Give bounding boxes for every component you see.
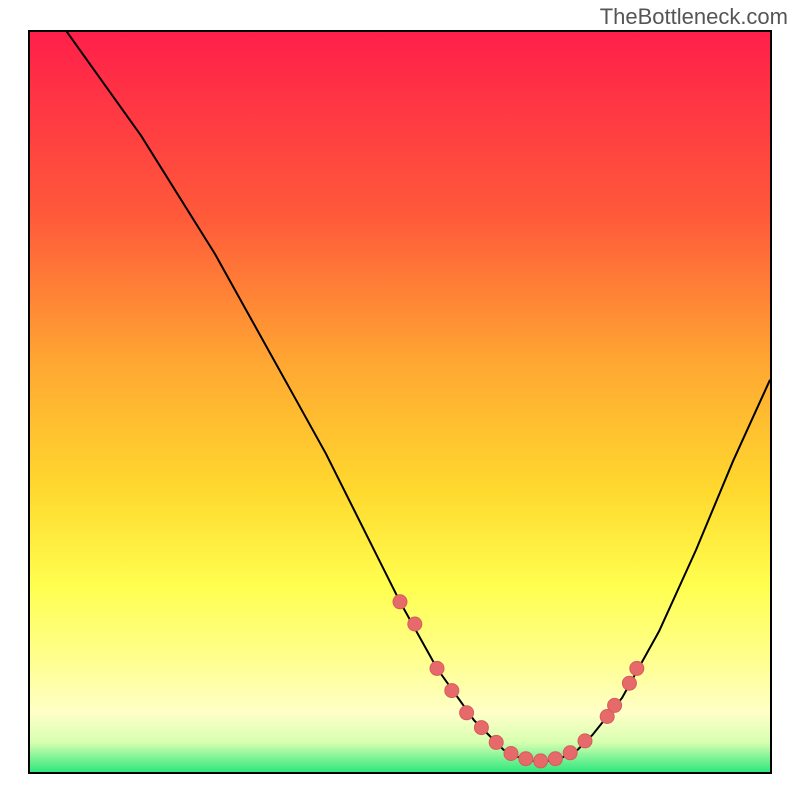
marker-point — [474, 721, 488, 735]
marker-point — [408, 617, 422, 631]
marker-point — [630, 661, 644, 675]
marker-point — [548, 752, 562, 766]
marker-point — [608, 698, 622, 712]
marker-point — [489, 735, 503, 749]
marker-point — [445, 684, 459, 698]
marker-point — [504, 747, 518, 761]
marker-point — [430, 661, 444, 675]
marker-point — [534, 754, 548, 768]
marker-point — [460, 706, 474, 720]
chart-svg — [30, 32, 770, 772]
marker-point — [622, 676, 636, 690]
watermark-text: TheBottleneck.com — [600, 4, 788, 30]
gradient-background — [30, 32, 770, 772]
plot-area — [28, 30, 772, 774]
marker-point — [578, 734, 592, 748]
marker-point — [393, 595, 407, 609]
chart-container: TheBottleneck.com — [0, 0, 800, 800]
marker-point — [519, 752, 533, 766]
marker-point — [563, 746, 577, 760]
